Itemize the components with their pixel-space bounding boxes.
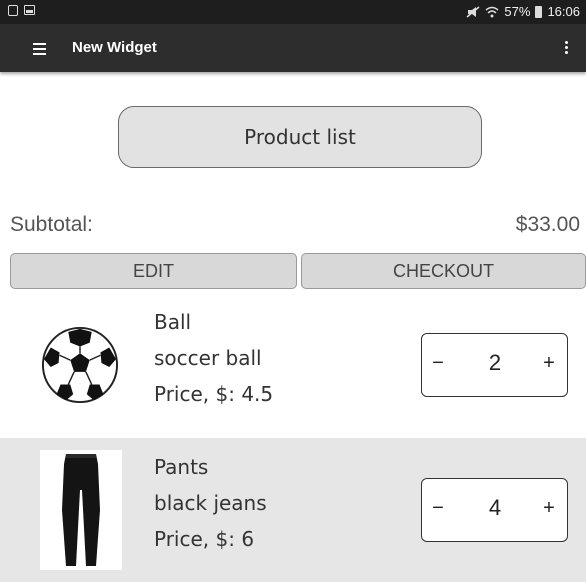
mute-icon bbox=[466, 5, 480, 18]
screenshot-icon bbox=[24, 5, 35, 15]
item-name: Pants bbox=[154, 455, 209, 479]
more-vert-icon[interactable] bbox=[558, 36, 574, 60]
notification-icons bbox=[8, 5, 35, 16]
wifi-icon bbox=[485, 6, 499, 17]
soccer-ball-image bbox=[41, 326, 119, 404]
subtotal-label: Subtotal: bbox=[10, 213, 93, 236]
quantity-stepper: − 4 + bbox=[421, 478, 568, 542]
item-description: soccer ball bbox=[154, 346, 262, 370]
subtotal-value: $33.00 bbox=[515, 213, 580, 236]
quantity-value: 2 bbox=[488, 350, 502, 375]
edit-button[interactable]: EDIT bbox=[10, 253, 297, 289]
item-price: Price, $: 4.5 bbox=[154, 382, 274, 406]
decrement-button[interactable]: − bbox=[428, 497, 448, 520]
battery-percent: 57% bbox=[504, 4, 531, 19]
app-toolbar: New Widget bbox=[0, 24, 586, 72]
product-list-button[interactable]: Product list bbox=[118, 106, 482, 168]
clock: 16:06 bbox=[547, 4, 580, 19]
battery-icon bbox=[535, 5, 543, 18]
item-price: Price, $: 6 bbox=[154, 527, 255, 551]
checkout-button[interactable]: CHECKOUT bbox=[301, 253, 586, 289]
quantity-stepper: − 2 + bbox=[421, 333, 568, 397]
cart-item-pants[interactable]: Pants black jeans Price, $: 6 − 4 + bbox=[0, 438, 586, 582]
app-title: New Widget bbox=[72, 39, 157, 56]
decrement-button[interactable]: − bbox=[428, 352, 448, 375]
item-name: Ball bbox=[154, 310, 192, 334]
black-jeans-image bbox=[40, 450, 122, 570]
quantity-value: 4 bbox=[488, 495, 502, 520]
hamburger-menu-icon[interactable] bbox=[30, 37, 52, 59]
notification-icon bbox=[8, 5, 18, 16]
status-indicators: 57% 16:06 bbox=[466, 4, 580, 19]
increment-button[interactable]: + bbox=[539, 497, 559, 520]
cart-item-ball[interactable]: Ball soccer ball Price, $: 4.5 − 2 + bbox=[0, 297, 586, 439]
increment-button[interactable]: + bbox=[539, 352, 559, 375]
status-bar: 57% 16:06 bbox=[0, 0, 586, 24]
item-description: black jeans bbox=[154, 491, 267, 515]
